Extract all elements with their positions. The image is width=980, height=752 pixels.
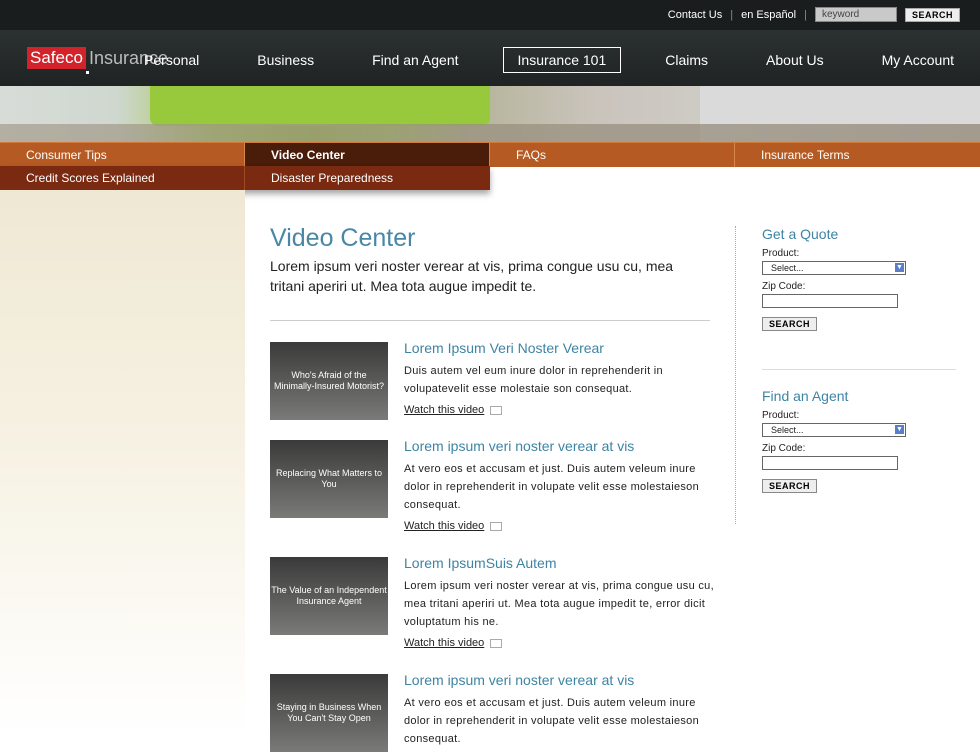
thumbnail-caption: The Value of an Independent Insurance Ag… [271,585,387,606]
contact-us-link[interactable]: Contact Us [668,9,722,21]
main-navbar: Safeco Insurance Personal Business Find … [0,30,980,86]
video-description: At vero eos et accusam et just. Duis aut… [404,697,700,745]
select-value: Select... [771,263,804,273]
page-title: Video Center [270,224,416,252]
subnav-video-center[interactable]: Video Center [245,143,490,167]
subnav-faqs[interactable]: FAQs [490,143,735,167]
nav-about-us[interactable]: About Us [752,48,838,72]
video-thumbnail[interactable]: The Value of an Independent Insurance Ag… [270,557,388,635]
watch-label: Watch this video [404,404,485,416]
nav-business[interactable]: Business [243,48,328,72]
chevron-down-icon: ▼ [895,425,904,434]
nav-my-account[interactable]: My Account [868,48,968,72]
get-a-quote-box: Get a Quote Product: Select... ▼ Zip Code… [762,226,906,332]
divider [762,369,956,370]
find-an-agent-box: Find an Agent Product: Select... ▼ Zip Co… [762,388,906,494]
video-title-link[interactable]: Lorem ipsum veri noster verear at vis [404,672,634,688]
utility-bar: Contact Us | en Español | keyword SEARCH [0,0,980,30]
monitor-icon [490,405,503,415]
quote-title: Get a Quote [762,226,839,242]
sidebar: Get a Quote Product: Select... ▼ Zip Code… [735,226,956,524]
nav-claims[interactable]: Claims [651,48,722,72]
keyword-input[interactable]: keyword [814,7,897,22]
video-title-link[interactable]: Lorem Ipsum Veri Noster Verear [404,340,604,356]
dropdown-credit-scores[interactable]: Credit Scores Explained [0,166,245,190]
sofa-graphic [150,86,490,126]
subnav-consumer-tips[interactable]: Consumer Tips [0,143,245,167]
video-title-link[interactable]: Lorem IpsumSuis Autem [404,555,557,571]
monitor-icon [490,638,503,648]
nav-find-an-agent[interactable]: Find an Agent [358,48,472,72]
product-select[interactable]: Select... ▼ [762,261,906,275]
logo-dot [86,71,89,74]
thumbnail-caption: Who's Afraid of the Minimally-Insured Mo… [273,370,385,391]
video-title-link[interactable]: Lorem ipsum veri noster verear at vis [404,438,634,454]
product-label: Product: [762,410,800,421]
monitor-icon [490,521,503,531]
subnav-insurance-terms[interactable]: Insurance Terms [735,143,980,167]
video-description: Duis autem vel eum inure dolor in repreh… [404,365,663,395]
video-description: At vero eos et accusam et just. Duis aut… [404,463,700,511]
product-label: Product: [762,248,800,259]
agent-search-button[interactable]: SEARCH [762,479,818,493]
consumer-tips-dropdown: Credit Scores Explained Disaster Prepare… [0,166,490,190]
watch-video-link[interactable]: Watch this video [404,404,503,416]
divider: | [804,8,807,21]
page-intro: Lorem ipsum veri noster verear at vis, p… [270,258,674,294]
video-description: Lorem ipsum veri noster verear at vis, p… [404,580,714,628]
zip-label: Zip Code: [762,443,806,454]
nav-personal[interactable]: Personal [130,48,213,72]
watch-video-link[interactable]: Watch this video [404,637,503,649]
hero-banner-image [0,86,980,142]
left-column [0,190,245,735]
video-thumbnail[interactable]: Who's Afraid of the Minimally-Insured Mo… [270,342,388,420]
dropdown-disaster-preparedness[interactable]: Disaster Preparedness [245,166,490,190]
utility-links: Contact Us | en Español | keyword SEARCH [668,7,960,22]
zip-code-input[interactable] [762,456,898,470]
watch-label: Watch this video [404,637,485,649]
nav-insurance-101[interactable]: Insurance 101 [502,47,622,73]
divider: | [730,8,734,21]
select-value: Select... [771,425,804,435]
main-nav: Personal Business Find an Agent Insuranc… [130,47,968,73]
thumbnail-caption: Replacing What Matters to You [275,468,383,489]
video-thumbnail[interactable]: Replacing What Matters to You [270,440,388,518]
watch-label: Watch this video [404,520,485,532]
sub-nav: Consumer Tips Video Center FAQs Insuranc… [0,142,980,167]
product-select[interactable]: Select... ▼ [762,423,906,437]
agent-title: Find an Agent [762,388,849,404]
video-thumbnail[interactable]: Staying in Business When You Can't Stay … [270,674,388,752]
thumbnail-caption: Staying in Business When You Can't Stay … [276,702,382,723]
logo-brand: Safeco [27,47,86,69]
floor-graphic [0,124,980,142]
zip-label: Zip Code: [762,281,806,292]
watch-video-link[interactable]: Watch this video [404,520,503,532]
zip-code-input[interactable] [762,294,898,308]
chevron-down-icon: ▼ [895,263,904,272]
top-search-button[interactable]: SEARCH [904,7,960,22]
quote-search-button[interactable]: SEARCH [762,317,818,331]
divider [270,320,710,321]
espanol-link[interactable]: en Español [741,9,796,21]
